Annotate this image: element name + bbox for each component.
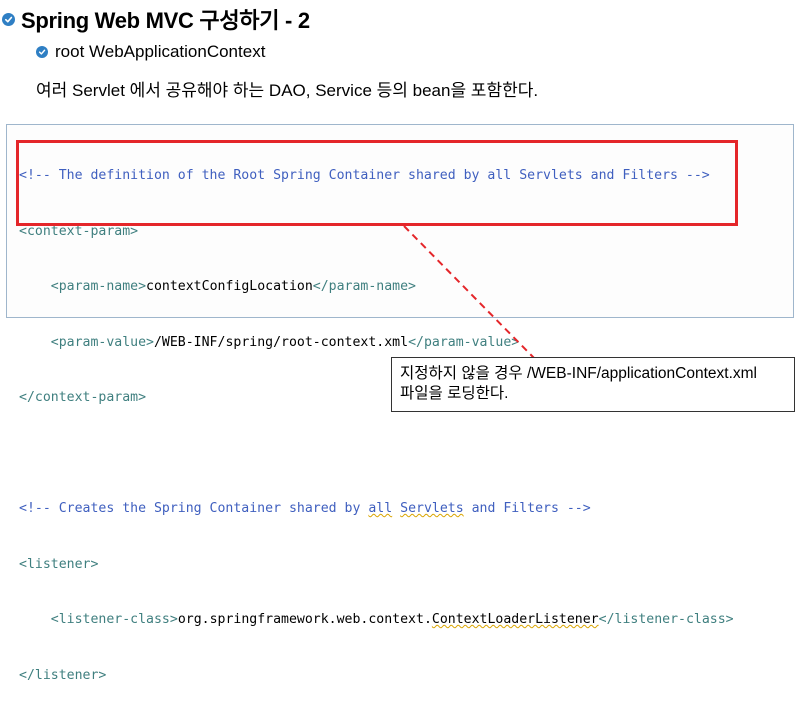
subtitle-row: root WebApplicationContext: [36, 40, 265, 64]
xml-tag: </listener-class>: [598, 612, 734, 627]
xml-tag: <param-name>: [50, 279, 147, 294]
xml-comment-spellcheck: all: [368, 501, 393, 516]
xml-comment-spellcheck: Servlets: [400, 501, 464, 516]
xml-comment: [392, 501, 400, 516]
check-bullet-icon: [36, 46, 48, 58]
code-line-listener-close: </listener>: [19, 667, 734, 686]
highlight-box: [16, 140, 738, 226]
callout-line-1: 지정하지 않을 경우 /WEB-INF/applicationContext.x…: [400, 365, 757, 382]
xml-text: contextConfigLocation: [146, 279, 313, 294]
xml-text-spellcheck: ContextLoaderListener: [431, 612, 599, 627]
xml-text: org.springframework.web.context.: [177, 612, 432, 627]
xml-comment: <!-- Creates the Spring Container shared…: [19, 501, 369, 516]
subtitle: root WebApplicationContext: [55, 42, 266, 61]
code-line-listener-class: <listener-class>org.springframework.web.…: [19, 611, 734, 630]
title-row: Spring Web MVC 구성하기 - 2: [2, 4, 310, 34]
xml-comment: and Filters -->: [463, 501, 591, 516]
callout-box: 지정하지 않을 경우 /WEB-INF/applicationContext.x…: [391, 357, 795, 412]
callout-line-2: 파일을 로딩한다.: [400, 385, 509, 402]
xml-tag: </context-param>: [19, 390, 147, 405]
code-line-param-name: <param-name>contextConfigLocation</param…: [19, 278, 734, 297]
xml-tag: </param-name>: [312, 279, 416, 294]
xml-tag: </listener>: [19, 667, 107, 683]
code-line-comment-2: <!-- Creates the Spring Container shared…: [19, 500, 734, 519]
code-line-listener-open: <listener>: [19, 556, 734, 575]
page-title: Spring Web MVC 구성하기 - 2: [21, 8, 310, 33]
xml-tag: <listener-class>: [50, 612, 178, 627]
xml-tag: <listener>: [19, 556, 99, 572]
xml-tag: <param-value>: [50, 334, 154, 350]
xml-tag: </param-value>: [408, 334, 520, 350]
description: 여러 Servlet 에서 공유해야 하는 DAO, Service 등의 be…: [36, 81, 539, 100]
code-line-param-value: <param-value>/WEB-INF/spring/root-contex…: [19, 334, 734, 353]
check-bullet-icon: [2, 12, 15, 26]
xml-text: /WEB-INF/spring/root-context.xml: [153, 334, 409, 350]
